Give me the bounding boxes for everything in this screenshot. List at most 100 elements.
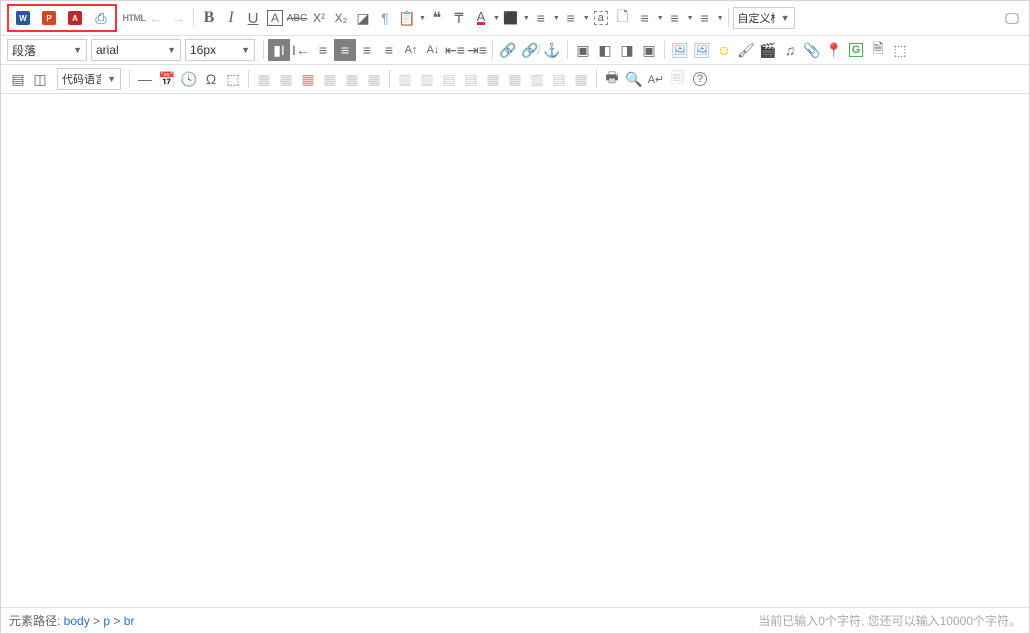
editor-content-area[interactable] <box>1 94 1029 607</box>
chevron-down-icon[interactable]: ▼ <box>583 15 590 22</box>
align-right-button[interactable]: ≡ <box>356 39 378 61</box>
inserttable-button[interactable]: ▦ <box>253 68 275 90</box>
align-left-button[interactable]: ≡ <box>312 39 334 61</box>
insertframe-button[interactable]: 🗎 <box>867 39 889 61</box>
font-family-select[interactable]: arial ▼ <box>91 39 181 61</box>
chevron-down-icon[interactable]: ▼ <box>493 15 500 22</box>
tolowercase-button[interactable]: A↓ <box>422 39 444 61</box>
snapscreen-button[interactable]: ⬚ <box>222 68 244 90</box>
cleardoc-button[interactable]: 🗋 <box>612 7 634 29</box>
remove-format-button[interactable]: ◪ <box>352 7 374 29</box>
splittocols-button[interactable]: ▦ <box>504 68 526 90</box>
blockquote-button[interactable]: ❝ <box>426 7 448 29</box>
splittocell-button[interactable]: ▤ <box>460 68 482 90</box>
simpleupload-button[interactable]: 🖼 <box>669 39 691 61</box>
spechars-button[interactable]: Ω <box>200 68 222 90</box>
chevron-down-icon[interactable]: ▼ <box>523 15 530 22</box>
path-body[interactable]: body <box>64 614 90 628</box>
import-word-button[interactable]: W <box>12 7 34 29</box>
horizontal-rule-button[interactable]: — <box>134 68 156 90</box>
align-justify-button[interactable]: ≡ <box>378 39 400 61</box>
code-language-select[interactable]: 代码语言 ▼ <box>57 68 121 90</box>
deleterow-button[interactable]: ▥ <box>416 68 438 90</box>
chevron-down-icon[interactable]: ▼ <box>657 15 664 22</box>
drafts-button[interactable]: 🗐 <box>667 68 689 90</box>
edittable-button[interactable]: ▤ <box>548 68 570 90</box>
import-pdf-button[interactable]: A <box>64 7 86 29</box>
anchor-button[interactable]: ⚓ <box>541 39 563 61</box>
insertparagraphbefore-button[interactable]: ▦ <box>297 68 319 90</box>
help-button[interactable]: ? <box>689 68 711 90</box>
image-left-button[interactable]: ◧ <box>594 39 616 61</box>
gmap-button[interactable]: G <box>845 39 867 61</box>
print-button[interactable]: ⎙ <box>90 7 112 29</box>
attachment-button[interactable]: 📎 <box>801 39 823 61</box>
italic-button[interactable]: I <box>220 7 242 29</box>
emotion-button[interactable]: ☺ <box>713 39 735 61</box>
deletecol-button[interactable]: ▤ <box>438 68 460 90</box>
direction-ltr-button[interactable]: ▮I <box>268 39 290 61</box>
fontborder-button[interactable]: A <box>264 7 286 29</box>
image-none-button[interactable]: ▣ <box>572 39 594 61</box>
insertrow-button[interactable]: ▦ <box>319 68 341 90</box>
underline-button[interactable]: U <box>242 7 264 29</box>
format-match-button[interactable]: ¶ <box>374 7 396 29</box>
unordered-list-button[interactable]: ≡ <box>560 7 582 29</box>
preview-button[interactable]: 🔍 <box>623 68 645 90</box>
image-center-button[interactable]: ▣ <box>638 39 660 61</box>
time-button[interactable]: 🕓 <box>178 68 200 90</box>
chevron-down-icon[interactable]: ▼ <box>687 15 694 22</box>
bold-button[interactable]: B <box>198 7 220 29</box>
image-right-button[interactable]: ◨ <box>616 39 638 61</box>
superscript-button[interactable]: X² <box>308 7 330 29</box>
splittorows-button[interactable]: ▦ <box>482 68 504 90</box>
insertcol-button[interactable]: ▦ <box>341 68 363 90</box>
path-br[interactable]: br <box>124 614 135 628</box>
selectall-button[interactable]: a <box>590 7 612 29</box>
strikethrough-button[interactable]: ABC <box>286 7 308 29</box>
autotypeset-button[interactable]: 📋 <box>396 7 418 29</box>
align-center-button[interactable]: ≡ <box>334 39 356 61</box>
fullscreen-button[interactable]: 🖵 <box>1001 7 1023 29</box>
background-button[interactable]: ◫ <box>29 68 51 90</box>
path-p[interactable]: p <box>103 614 110 628</box>
music-button[interactable]: ♫ <box>779 39 801 61</box>
custom-title-select[interactable]: 自定义标题 ▼ <box>733 7 795 29</box>
ordered-list-button[interactable]: ≡ <box>530 7 552 29</box>
template-button[interactable]: ▤ <box>7 68 29 90</box>
undo-button[interactable]: ← <box>145 7 167 29</box>
insertvideo-button[interactable]: 🎬 <box>757 39 779 61</box>
direction-rtl-button[interactable]: I← <box>290 39 312 61</box>
rowspacing-top-button[interactable]: ≡ <box>634 7 656 29</box>
date-button[interactable]: 📅 <box>156 68 178 90</box>
source-html-button[interactable]: HTML <box>123 7 145 29</box>
charts-button[interactable]: ▥ <box>526 68 548 90</box>
import-ppt-button[interactable]: P <box>38 7 60 29</box>
scrawl-button[interactable]: 🖌 <box>735 39 757 61</box>
edittd-button[interactable]: ▦ <box>570 68 592 90</box>
forecolor-button[interactable]: A <box>470 7 492 29</box>
chevron-down-icon[interactable]: ▼ <box>419 15 426 22</box>
insertimage-button[interactable]: 🖼 <box>691 39 713 61</box>
link-button[interactable]: 🔗 <box>497 39 519 61</box>
mergedown-button[interactable]: ▥ <box>394 68 416 90</box>
deletetable-button[interactable]: ▦ <box>275 68 297 90</box>
chevron-down-icon[interactable]: ▼ <box>553 15 560 22</box>
rowspacing-bottom-button[interactable]: ≡ <box>664 7 686 29</box>
touppercase-button[interactable]: A↑ <box>400 39 422 61</box>
paragraph-select[interactable]: 段落 ▼ <box>7 39 87 61</box>
chevron-down-icon[interactable]: ▼ <box>717 15 724 22</box>
redo-button[interactable]: → <box>167 7 189 29</box>
lineheight-button[interactable]: ≡ <box>694 7 716 29</box>
searchreplace-button[interactable]: A↵ <box>645 68 667 90</box>
backcolor-button[interactable]: ⬛ <box>500 7 522 29</box>
indent-button[interactable]: ⇤≡ <box>444 39 466 61</box>
outdent-button[interactable]: ⇥≡ <box>466 39 488 61</box>
pagebreak-button[interactable]: ⬚ <box>889 39 911 61</box>
subscript-button[interactable]: X₂ <box>330 7 352 29</box>
map-button[interactable]: 📍 <box>823 39 845 61</box>
mergeright-button[interactable]: ▦ <box>363 68 385 90</box>
pasteplain-button[interactable]: ₸ <box>448 7 470 29</box>
print-button-2[interactable]: 🖶 <box>601 68 623 90</box>
font-size-select[interactable]: 16px ▼ <box>185 39 255 61</box>
